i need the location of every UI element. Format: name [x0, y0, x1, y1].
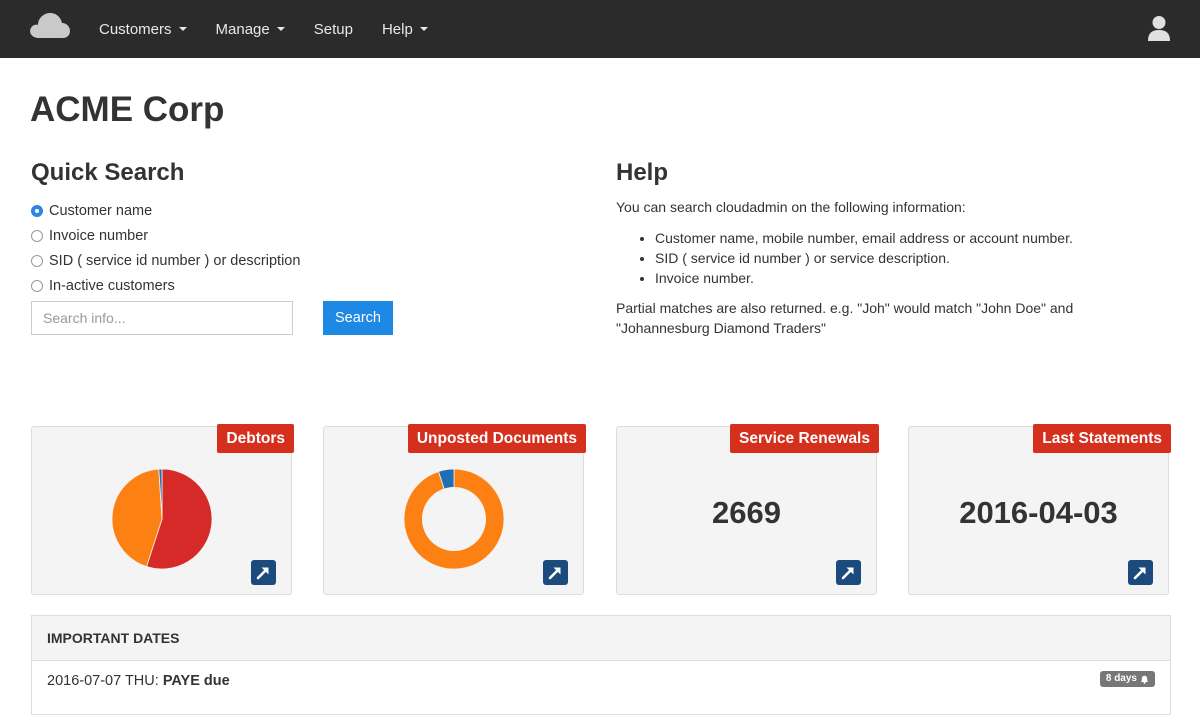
important-dates-panel: IMPORTANT DATES 2016-07-07 THU: PAYE due… [31, 615, 1171, 715]
caret-down-icon [276, 27, 285, 31]
date-row: 2016-07-07 THU: PAYE due 8 days [32, 661, 1170, 701]
caret-down-icon [419, 27, 428, 31]
search-type-radio-group: Customer name Invoice number SID ( servi… [31, 198, 300, 298]
radio-invoice-number[interactable]: Invoice number [31, 223, 300, 248]
nav-help-label: Help [381, 20, 413, 38]
nav-help[interactable]: Help [382, 21, 428, 38]
donut-hole [422, 487, 486, 551]
radio-customer-name[interactable]: Customer name [31, 198, 300, 223]
radio-sid[interactable]: SID ( service id number ) or description [31, 248, 300, 273]
cloud-icon[interactable] [29, 10, 71, 40]
date-label: 2016-07-07 THU: [47, 673, 159, 689]
page-title: ACME Corp [30, 90, 225, 129]
quick-search-title: Quick Search [31, 159, 185, 186]
nav-customers[interactable]: Customers [99, 21, 187, 38]
radio-button[interactable] [31, 279, 43, 292]
radio-button[interactable] [31, 254, 43, 267]
radio-label: In-active customers [49, 277, 175, 294]
arrow-up-right-icon [1133, 567, 1146, 580]
nav-customers-label: Customers [99, 20, 172, 38]
service-renewals-value: 2669 [712, 495, 781, 530]
radio-label: SID ( service id number ) or description [49, 252, 301, 269]
caret-down-icon [178, 27, 187, 31]
days-remaining-badge: 8 days [1099, 671, 1155, 687]
unposted-documents-badge: Unposted Documents [407, 424, 586, 453]
unposted-documents-card: Unposted Documents [323, 424, 586, 595]
date-event: PAYE due [162, 673, 230, 689]
navbar: Customers Manage Setup Help [0, 0, 1200, 58]
nav-manage-label: Manage [215, 20, 270, 38]
radio-label: Invoice number [49, 227, 149, 244]
arrow-up-right-icon [548, 567, 561, 580]
days-remaining-text: 8 days [1105, 673, 1137, 684]
help-list-item: Customer name, mobile number, email addr… [655, 229, 1073, 249]
unposted-donut-chart [403, 468, 505, 570]
last-statements-value: 2016-04-03 [959, 495, 1118, 530]
debtors-card: Debtors [31, 424, 294, 595]
last-statements-badge: Last Statements [1033, 424, 1171, 453]
nav-setup-label: Setup [313, 20, 353, 38]
nav-setup[interactable]: Setup [314, 21, 353, 38]
help-list-item: SID ( service id number ) or service des… [655, 249, 1073, 269]
help-list-item: Invoice number. [655, 269, 1073, 289]
radio-label: Customer name [49, 202, 153, 219]
help-list: Customer name, mobile number, email addr… [616, 229, 1073, 289]
open-debtors-button[interactable] [251, 560, 276, 585]
arrow-up-right-icon [841, 567, 854, 580]
help-intro: You can search cloudadmin on the followi… [616, 199, 966, 215]
arrow-up-right-icon [256, 567, 269, 580]
debtors-pie-chart [111, 468, 213, 570]
bell-icon [1140, 675, 1149, 684]
important-dates-header: IMPORTANT DATES [32, 616, 1170, 661]
debtors-badge: Debtors [217, 424, 294, 453]
help-title: Help [616, 159, 669, 186]
service-renewals-badge: Service Renewals [730, 424, 879, 453]
nav-manage[interactable]: Manage [216, 21, 285, 38]
help-note: Partial matches are also returned. e.g. … [616, 300, 1074, 336]
open-renewals-button[interactable] [836, 560, 861, 585]
service-renewals-card: Service Renewals 2669 [616, 424, 879, 595]
open-statements-button[interactable] [1128, 560, 1153, 585]
radio-button[interactable] [31, 204, 43, 217]
radio-button[interactable] [31, 229, 43, 242]
open-unposted-button[interactable] [543, 560, 568, 585]
nav-menu: Customers Manage Setup Help [99, 0, 457, 58]
user-icon[interactable] [1147, 15, 1171, 42]
search-button[interactable]: Search [323, 301, 393, 335]
radio-inactive-customers[interactable]: In-active customers [31, 273, 300, 298]
last-statements-card: Last Statements 2016-04-03 [908, 424, 1171, 595]
search-input[interactable] [31, 301, 293, 335]
